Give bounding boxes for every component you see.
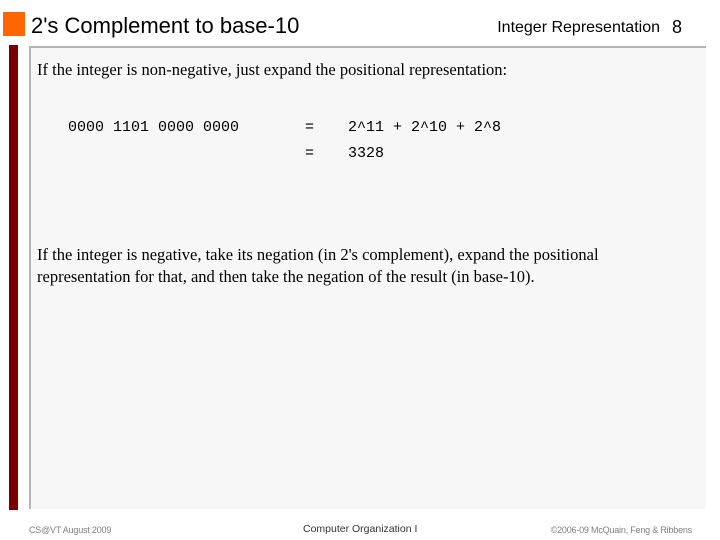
example-expansion: 2^11 + 2^10 + 2^8 — [348, 119, 502, 136]
example-binary: 0000 1101 0000 0000 — [68, 119, 240, 136]
footer-copyright: ©2006-09 McQuain, Feng & Ribbens — [550, 525, 693, 535]
paragraph-non-negative: If the integer is non-negative, just exp… — [37, 60, 508, 79]
side-accent-bar — [9, 45, 18, 510]
topic-label: Integer Representation — [497, 19, 660, 36]
slide-title: 2's Complement to base-10 — [31, 13, 300, 38]
page-number: 8 — [672, 17, 683, 37]
title-bullet-square — [3, 12, 25, 36]
example-result: 3328 — [348, 145, 385, 162]
slide-topic: Integer Representation — [497, 17, 660, 39]
footer-course-date: CS@VT August 2009 — [29, 525, 112, 535]
example-equals-2: = — [305, 145, 315, 162]
footer-course-name: Computer Organization I — [303, 523, 418, 535]
example-equals-1: = — [305, 119, 315, 136]
paragraph-negative: If the integer is negative, take its neg… — [37, 245, 599, 286]
